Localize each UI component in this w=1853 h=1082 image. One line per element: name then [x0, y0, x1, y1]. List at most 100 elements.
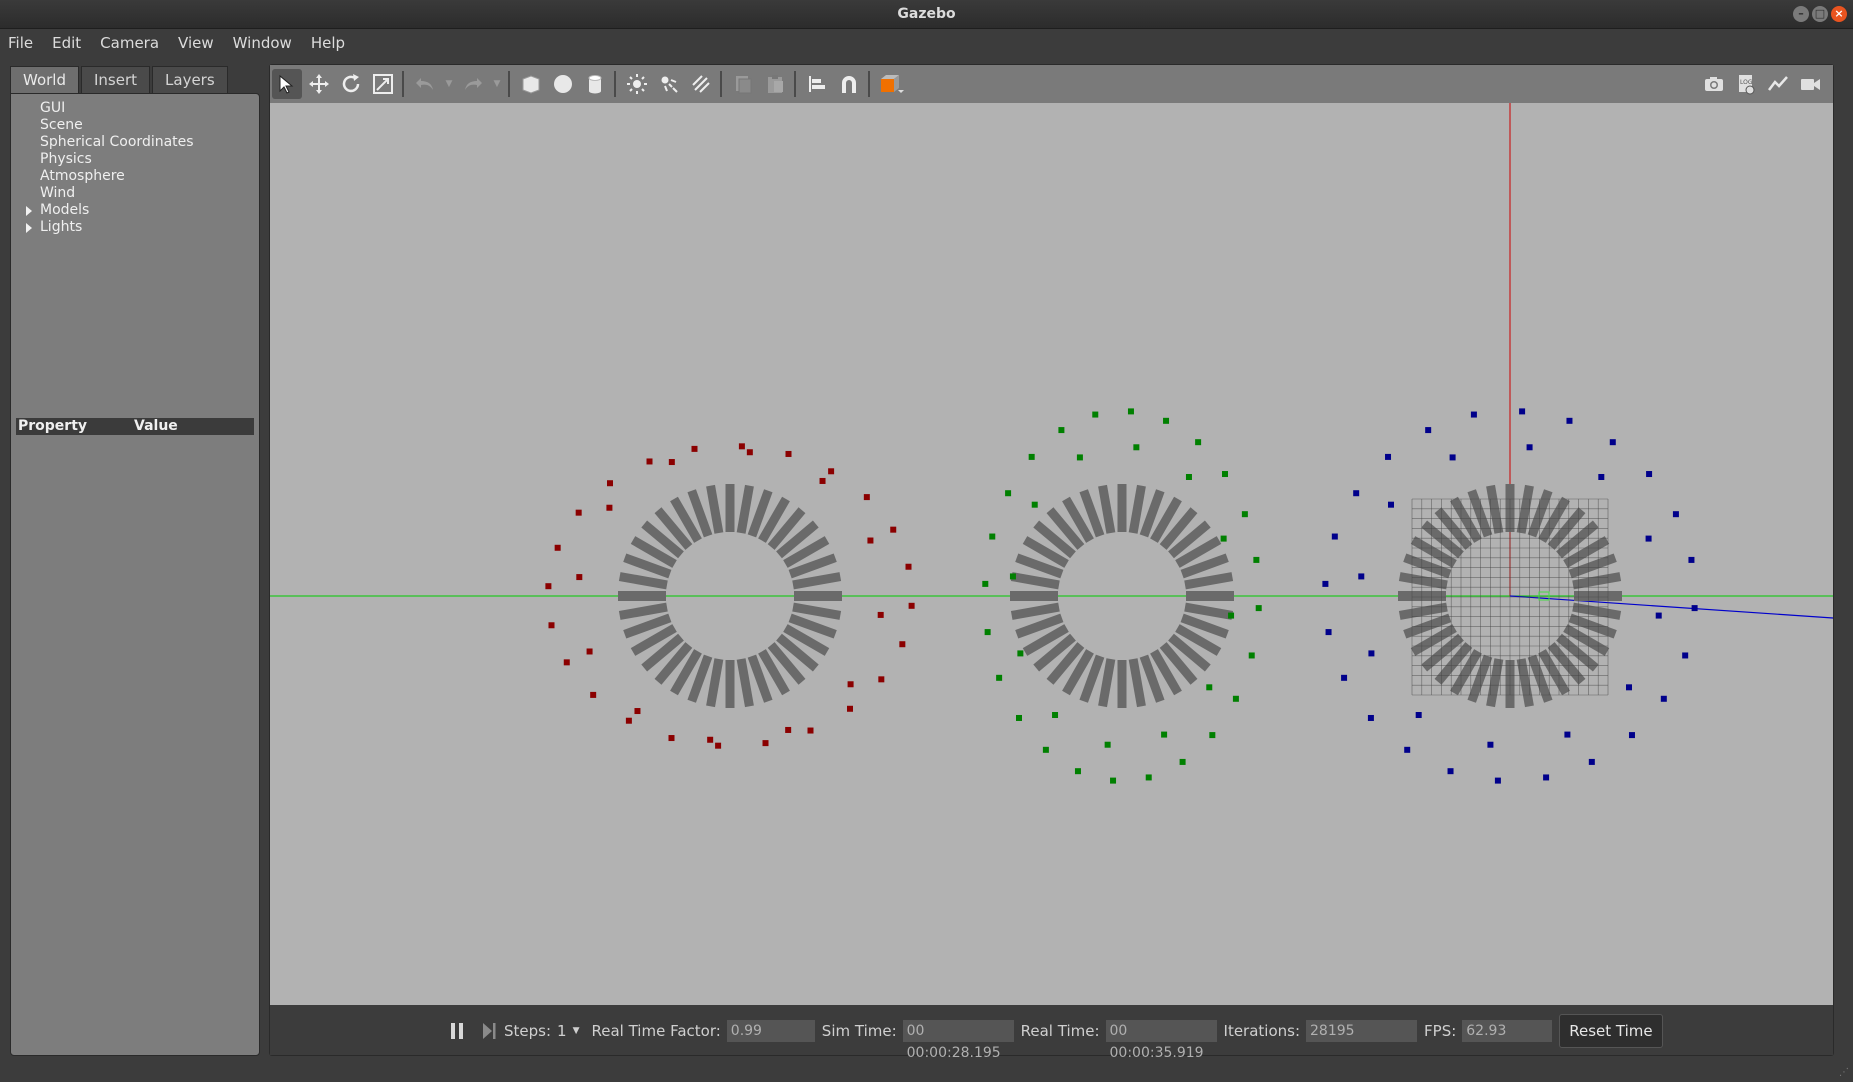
- steps-label: Steps:: [504, 1021, 552, 1040]
- tab-insert[interactable]: Insert: [81, 66, 151, 94]
- copy-icon[interactable]: [728, 69, 758, 99]
- tree-item-label: Physics: [40, 151, 92, 167]
- spot-light-icon[interactable]: [654, 69, 684, 99]
- pause-icon[interactable]: [442, 1016, 472, 1046]
- menu-help[interactable]: Help: [311, 34, 345, 52]
- spoke-bar: [618, 602, 668, 620]
- undo-dropdown-icon[interactable]: ▼: [442, 69, 456, 99]
- spoke-bar: [1010, 602, 1060, 620]
- tree-item-label: Models: [40, 202, 90, 218]
- point-light-icon[interactable]: [622, 69, 652, 99]
- toolbar-separator: [614, 71, 616, 97]
- tree-item-label: Atmosphere: [40, 168, 125, 184]
- marker-dot: [1228, 612, 1235, 619]
- view-angle-icon[interactable]: [876, 69, 906, 99]
- directional-light-icon[interactable]: [686, 69, 716, 99]
- steps-dropdown-icon[interactable]: ▼: [573, 1026, 580, 1036]
- resize-grip-icon[interactable]: ⋰: [1839, 1067, 1849, 1078]
- toolbar-separator: [402, 71, 404, 97]
- marker-dot: [1331, 533, 1338, 540]
- marker-dot: [1626, 684, 1633, 691]
- marker-dot: [1005, 490, 1012, 497]
- marker-dot: [847, 681, 854, 688]
- plot-icon[interactable]: [1763, 69, 1793, 99]
- tree-item-label: Lights: [40, 219, 83, 235]
- marker-dot: [1598, 473, 1605, 480]
- menu-file[interactable]: File: [8, 34, 33, 52]
- log-icon[interactable]: LOG: [1731, 69, 1761, 99]
- tree-item-label: Spherical Coordinates: [40, 134, 194, 150]
- marker-dot: [1688, 556, 1695, 563]
- tree-item-lights[interactable]: Lights: [11, 219, 259, 236]
- marker-dot: [563, 659, 570, 666]
- translate-tool-icon[interactable]: [304, 69, 334, 99]
- 3d-scene[interactable]: [270, 103, 1833, 1005]
- world-panel: GUI Scene Spherical Coordinates Physics …: [10, 93, 260, 1056]
- window-title: Gazebo: [897, 6, 956, 22]
- marker-dot: [1253, 556, 1260, 563]
- marker-dot: [1133, 444, 1140, 451]
- tree-item-scene[interactable]: Scene: [11, 117, 259, 134]
- tab-layers[interactable]: Layers: [152, 66, 228, 94]
- marker-dot: [1672, 511, 1679, 518]
- tree-item-gui[interactable]: GUI: [11, 100, 259, 117]
- marker-dot: [1220, 535, 1227, 542]
- tree-item-atmosphere[interactable]: Atmosphere: [11, 168, 259, 185]
- fps-label: FPS:: [1424, 1021, 1457, 1040]
- toolbar-separator: [720, 71, 722, 97]
- marker-dot: [548, 622, 555, 629]
- tab-world[interactable]: World: [10, 66, 79, 94]
- menu-view[interactable]: View: [178, 34, 214, 52]
- spoke-bar: [1486, 484, 1504, 534]
- sphere-shape-icon[interactable]: [548, 69, 578, 99]
- redo-dropdown-icon[interactable]: ▼: [490, 69, 504, 99]
- marker-dot: [1341, 674, 1348, 681]
- expand-arrow-icon[interactable]: [26, 206, 32, 216]
- marker-dot: [576, 574, 583, 581]
- menu-edit[interactable]: Edit: [52, 34, 81, 52]
- scale-tool-icon[interactable]: [368, 69, 398, 99]
- redo-icon[interactable]: [458, 69, 488, 99]
- snap-icon[interactable]: [834, 69, 864, 99]
- marker-dot: [1646, 471, 1653, 478]
- select-tool-icon[interactable]: [272, 69, 302, 99]
- real-time-factor-field: 0.99: [726, 1019, 815, 1042]
- menu-camera[interactable]: Camera: [100, 34, 159, 52]
- marker-dot: [785, 726, 792, 733]
- marker-dot: [1367, 714, 1374, 721]
- tree-item-spherical-coordinates[interactable]: Spherical Coordinates: [11, 134, 259, 151]
- tree-item-wind[interactable]: Wind: [11, 185, 259, 202]
- real-time-factor-label: Real Time Factor:: [591, 1021, 721, 1040]
- marker-dot: [1232, 695, 1239, 702]
- video-record-icon[interactable]: [1795, 69, 1825, 99]
- status-bar: Steps: 1 ▼ Real Time Factor: 0.99 Sim Ti…: [270, 1006, 1833, 1061]
- minimize-icon[interactable]: –: [1793, 6, 1809, 22]
- marker-dot: [1487, 741, 1494, 748]
- marker-dot: [1645, 535, 1652, 542]
- menu-window[interactable]: Window: [233, 34, 292, 52]
- marker-dot: [738, 443, 745, 450]
- close-icon[interactable]: ×: [1831, 6, 1847, 22]
- cylinder-shape-icon[interactable]: [580, 69, 610, 99]
- marker-dot: [554, 544, 561, 551]
- undo-icon[interactable]: [410, 69, 440, 99]
- toolbar-separator: [794, 71, 796, 97]
- value-column-header[interactable]: Value: [134, 418, 178, 435]
- box-shape-icon[interactable]: [516, 69, 546, 99]
- tree-item-models[interactable]: Models: [11, 202, 259, 219]
- paste-icon[interactable]: [760, 69, 790, 99]
- screenshot-icon[interactable]: [1699, 69, 1729, 99]
- step-icon[interactable]: [474, 1016, 504, 1046]
- tree-item-physics[interactable]: Physics: [11, 151, 259, 168]
- ground-grid: [1411, 498, 1609, 696]
- expand-arrow-icon[interactable]: [26, 223, 32, 233]
- align-icon[interactable]: [802, 69, 832, 99]
- marker-dot: [1031, 501, 1038, 508]
- steps-value[interactable]: 1: [557, 1022, 567, 1040]
- rotate-tool-icon[interactable]: [336, 69, 366, 99]
- reset-time-button[interactable]: Reset Time: [1559, 1013, 1663, 1048]
- marker-dot: [707, 736, 714, 743]
- scene-canvas[interactable]: [270, 103, 1833, 1005]
- property-column-header[interactable]: Property: [16, 418, 134, 435]
- maximize-icon[interactable]: □: [1812, 6, 1828, 22]
